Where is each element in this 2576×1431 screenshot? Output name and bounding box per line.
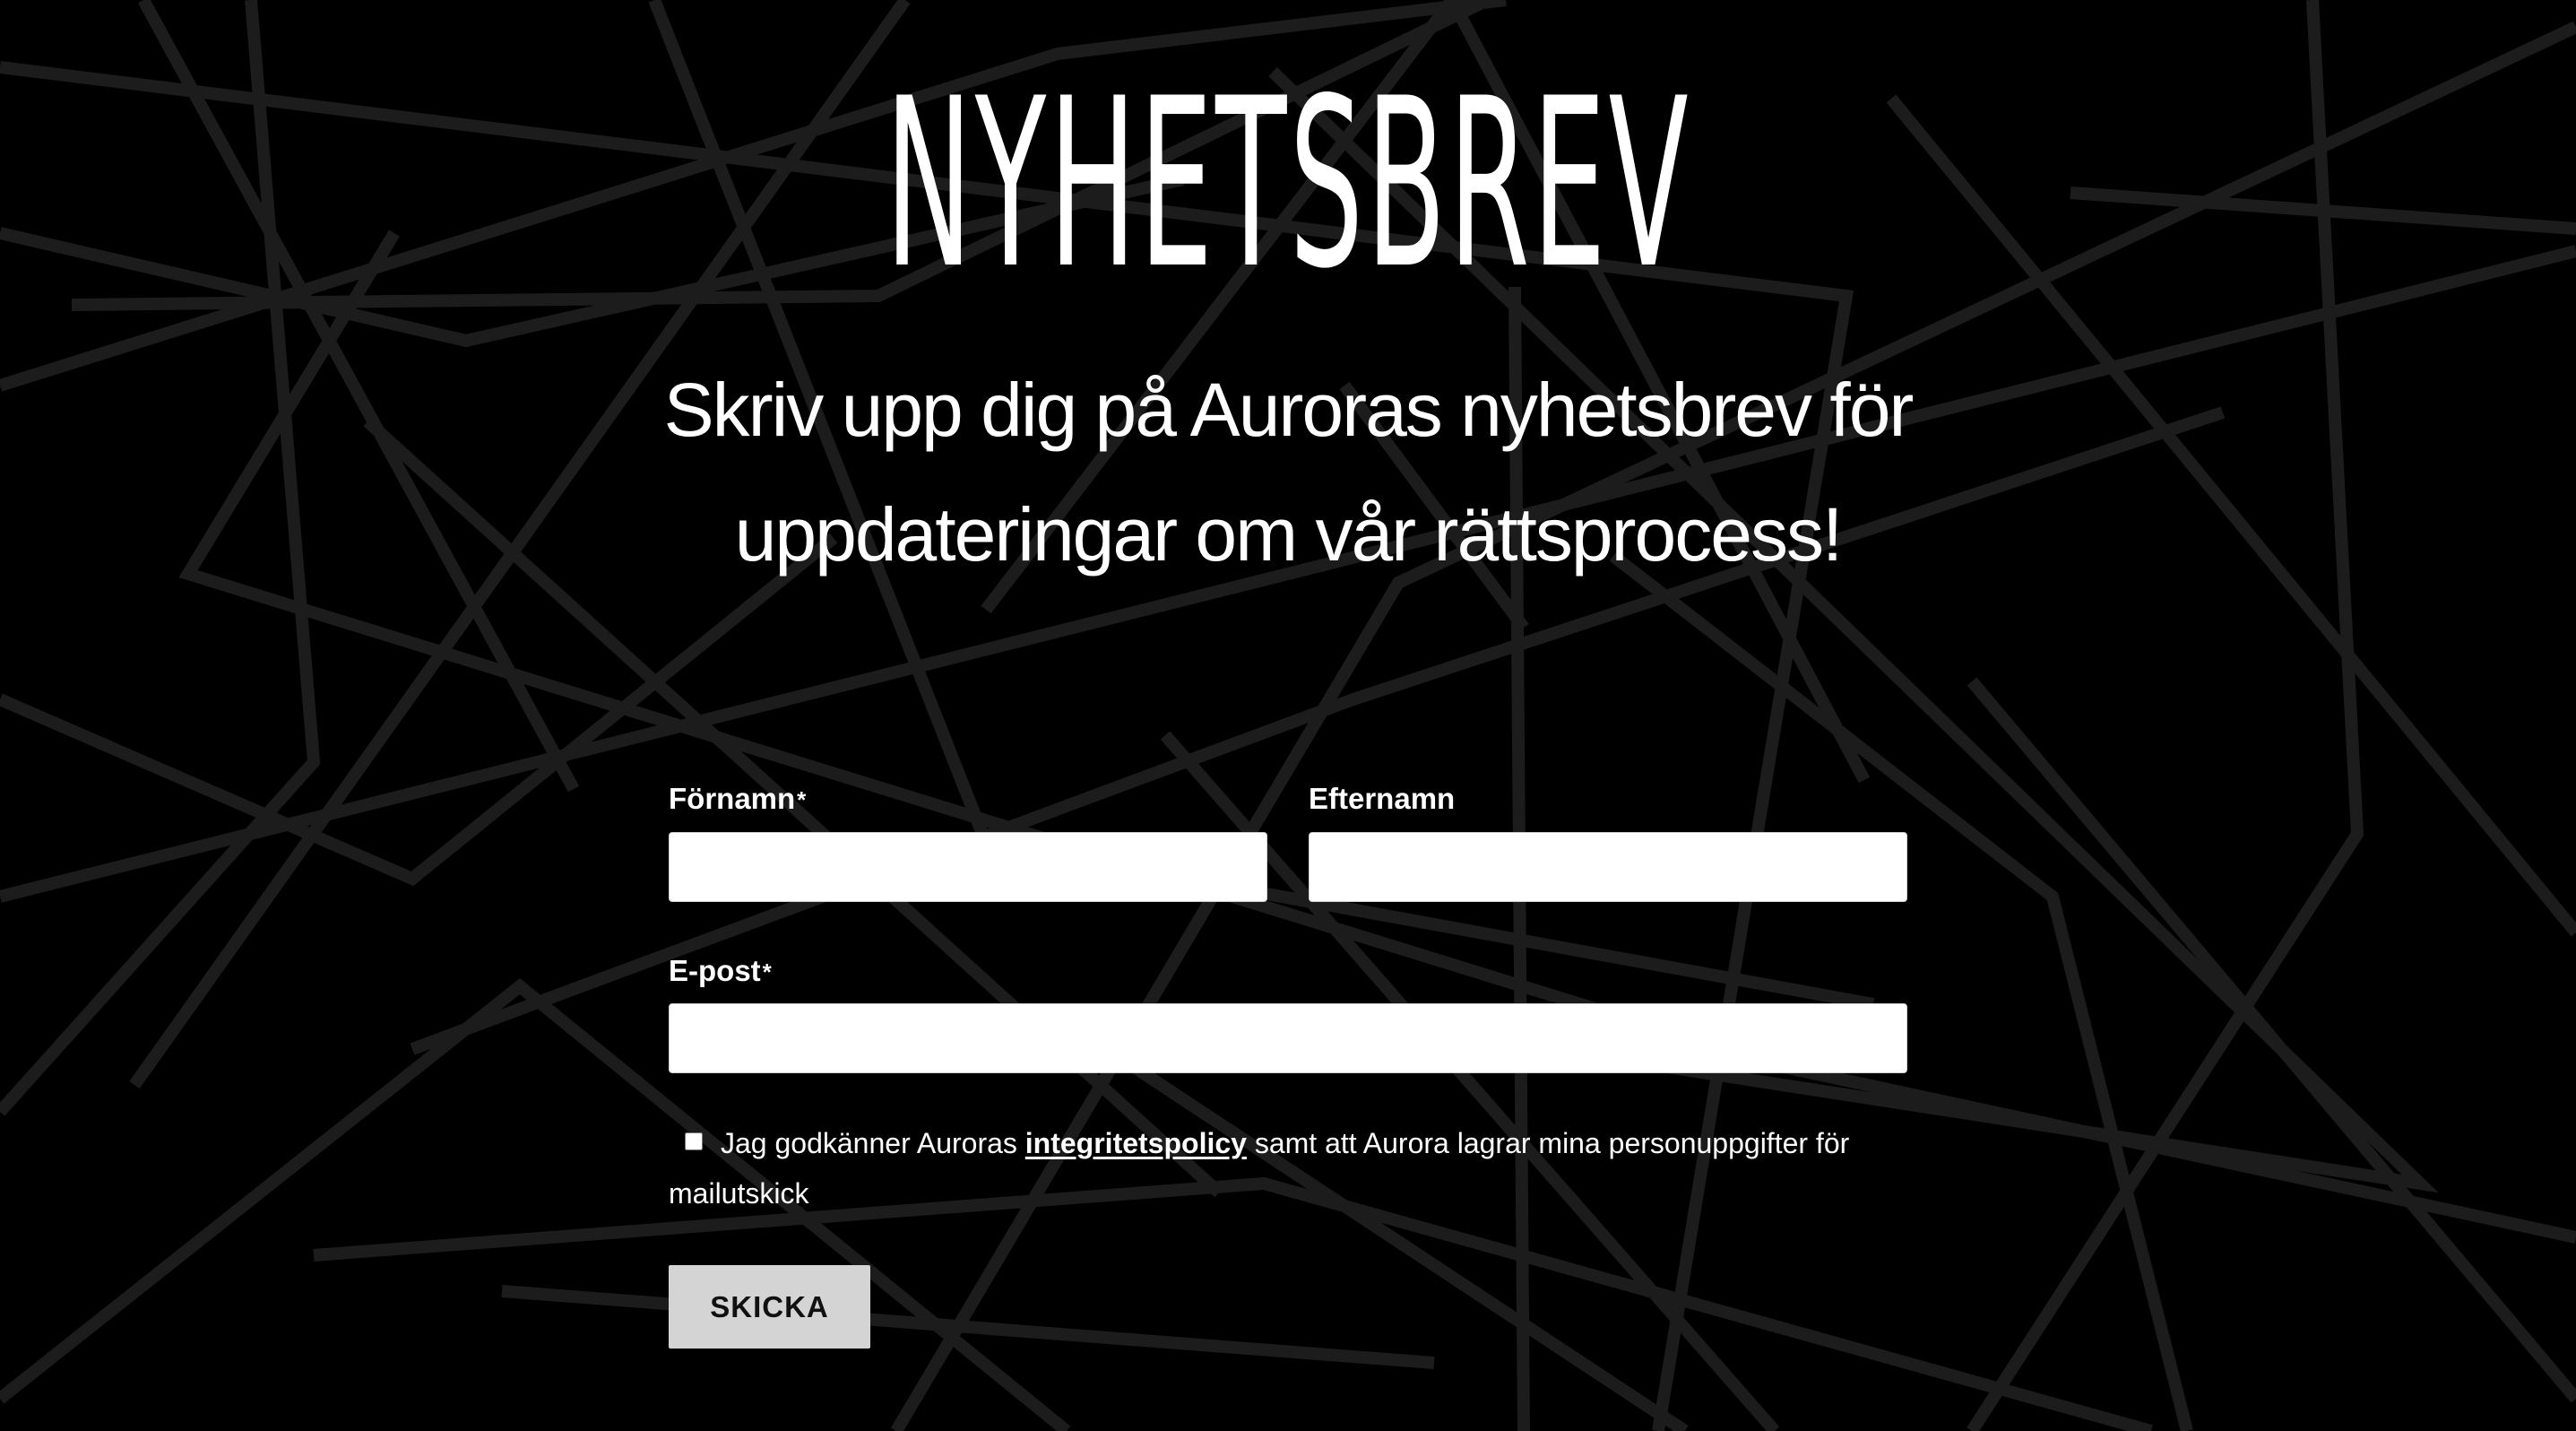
page-subtitle: Skriv upp dig på Auroras nyhetsbrev för … xyxy=(571,348,2005,597)
required-mark: * xyxy=(762,958,772,985)
last-name-label: Efternamn xyxy=(1309,781,1455,817)
subtitle-line-2: uppdateringar om vår rättsprocess! xyxy=(734,492,1844,577)
email-label: E-post* xyxy=(669,953,772,990)
required-mark: * xyxy=(797,786,807,813)
last-name-label-text: Efternamn xyxy=(1309,782,1456,815)
page-title: NYHETSBREV xyxy=(0,49,2576,320)
consent-text: Jag godkänner Auroras integritetspolicy … xyxy=(669,1118,1906,1219)
first-name-input[interactable] xyxy=(669,832,1267,902)
first-name-label: Förnamn* xyxy=(669,781,806,818)
page-title-text: NYHETSBREV xyxy=(885,49,1691,320)
newsletter-page: NYHETSBREV Skriv upp dig på Auroras nyhe… xyxy=(0,0,2576,1431)
consent-text-before: Jag godkänner Auroras xyxy=(721,1127,1017,1159)
last-name-input[interactable] xyxy=(1309,832,1907,902)
privacy-policy-link[interactable]: integritetspolicy xyxy=(1025,1127,1247,1159)
email-label-text: E-post xyxy=(669,954,761,987)
submit-button[interactable]: SKICKA xyxy=(669,1265,870,1349)
first-name-label-text: Förnamn xyxy=(669,782,796,815)
subtitle-line-1: Skriv upp dig på Auroras nyhetsbrev för xyxy=(663,368,1915,452)
email-input[interactable] xyxy=(669,1003,1907,1073)
